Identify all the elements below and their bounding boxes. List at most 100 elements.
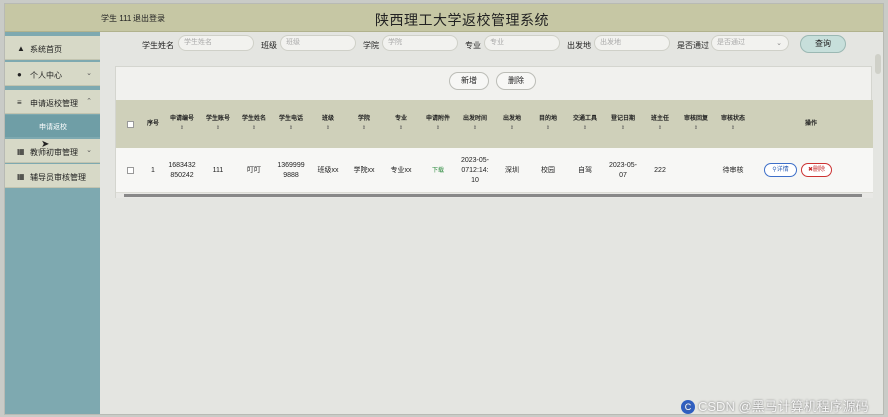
sidebar-item-teacher-review[interactable]: ▦ 教师初审管理 ⌄ (5, 139, 100, 163)
column-header[interactable]: 班主任 ⇕ (642, 100, 678, 148)
select-placeholder: 是否通过 (717, 39, 745, 46)
cell-major: 专业xx (390, 166, 412, 174)
delete-button[interactable]: ✖删除 (801, 163, 832, 177)
delete-selected-button[interactable]: 删除 (496, 72, 536, 90)
chevron-down-icon: ⌄ (86, 70, 92, 77)
watermark: C CSDN @黑马计算机程序源码 (681, 396, 869, 414)
top-bar: 学生 111 退出登录 陕西理工大学返校管理系统 (5, 4, 883, 32)
filter-label: 学生姓名 (142, 41, 174, 50)
sort-icon: ⇕ (620, 125, 626, 131)
cell-head-teacher: 222 (654, 166, 666, 174)
logout-link[interactable]: 退出登录 (133, 13, 165, 24)
sort-icon: ⇕ (545, 125, 551, 131)
add-button[interactable]: 新增 (449, 72, 489, 90)
cell-apply-no: 1683432850242 (168, 161, 196, 179)
mouse-cursor-icon: ➤ (41, 139, 50, 150)
grid-icon: ▦ (17, 172, 25, 181)
vertical-scrollbar[interactable] (875, 54, 881, 74)
csdn-logo-icon: C (681, 400, 695, 414)
sidebar-item-label: 个人中心 (30, 71, 62, 80)
chevron-down-icon: ⌄ (86, 147, 92, 154)
sidebar-item-home[interactable]: ▲ 系统首页 (5, 36, 100, 60)
sort-icon: ⇕ (288, 125, 294, 131)
sidebar-item-label: 教师初审管理 (30, 148, 78, 157)
current-user: 学生 111 (101, 14, 132, 23)
sidebar-item-return-apply-mgmt[interactable]: ≡ 申请返校管理 ⌃ (5, 90, 100, 114)
sort-icon: ⇕ (251, 125, 257, 131)
sort-icon: ⇕ (730, 125, 736, 131)
user-icon: ● (17, 70, 22, 79)
sort-icon: ⇕ (509, 125, 515, 131)
row-checkbox[interactable] (120, 148, 140, 193)
column-header[interactable]: 审核状态 ⇕ (714, 100, 752, 148)
select-all-checkbox[interactable] (120, 100, 140, 148)
filter-label: 班级 (261, 41, 277, 50)
column-header: 操作 (804, 120, 817, 127)
column-header[interactable]: 专业 ⇕ (382, 100, 420, 148)
column-header[interactable]: 登记日期 ⇕ (604, 100, 642, 148)
sidebar-item-personal-center[interactable]: ● 个人中心 ⌄ (5, 62, 100, 86)
cell-college: 学院xx (353, 166, 375, 174)
sort-icon: ⇕ (361, 125, 367, 131)
delete-label: 删除 (813, 167, 826, 173)
home-icon: ▲ (17, 44, 25, 53)
departure-input[interactable]: 出发地 (594, 35, 670, 51)
table-header: 序号 申请编号 ⇕ 学生账号 ⇕ 学生姓名 ⇕ 学生电话 ⇕ 班级 ⇕ 学院 ⇕ 专业 ⇕ 申… (116, 100, 873, 148)
list-icon: ≡ (17, 98, 22, 107)
sort-icon: ⇕ (472, 125, 478, 131)
class-input[interactable]: 班级 (280, 35, 356, 51)
column-header[interactable]: 交通工具 ⇕ (566, 100, 604, 148)
query-button[interactable]: 查询 (800, 35, 846, 53)
table-panel: 新增 删除 序号 申请编号 ⇕ 学生账号 ⇕ 学生姓名 ⇕ 学生电话 ⇕ 班级 ⇕ 学院 ⇕… (115, 66, 873, 198)
grid-icon: ▦ (17, 147, 25, 156)
cell-status: 待审核 (722, 166, 744, 174)
major-input[interactable]: 专业 (484, 35, 560, 51)
sort-icon: ⇕ (657, 125, 663, 131)
column-header[interactable]: 出发时间 ⇕ (456, 100, 494, 148)
student-name-input[interactable]: 学生姓名 (178, 35, 254, 51)
column-header[interactable]: 目的地 ⇕ (530, 100, 566, 148)
table-row: 1 1683432850242 111 叮叮 13699999888 班级xx … (116, 148, 873, 193)
sort-icon: ⇕ (215, 125, 221, 131)
college-input[interactable]: 学院 (382, 35, 458, 51)
sidebar-item-label: 申请返校管理 (30, 99, 78, 108)
attachment-download-link[interactable]: 下载 (420, 148, 456, 193)
detail-button[interactable]: ⚲详情 (764, 163, 797, 177)
column-header[interactable]: 出发地 ⇕ (494, 100, 530, 148)
cell-class: 班级xx (317, 166, 339, 174)
page-title: 陕西理工大学返校管理系统 (375, 12, 549, 28)
sort-icon: ⇕ (435, 125, 441, 131)
cell-student-account: 111 (212, 166, 224, 174)
sort-icon: ⇕ (693, 125, 699, 131)
sidebar: ▲ 系统首页 ● 个人中心 ⌄ ≡ 申请返校管理 ⌃ 申请返校 ▦ 教师初审管理… (5, 32, 100, 414)
cell-from: 深圳 (505, 166, 519, 174)
approved-select[interactable]: 是否通过 ⌄ (711, 35, 789, 51)
column-header[interactable]: 审核回复 ⇕ (678, 100, 714, 148)
sidebar-subitem-return-apply[interactable]: 申请返校 (5, 115, 100, 137)
cell-reply (678, 148, 714, 193)
sort-icon: ⇕ (398, 125, 404, 131)
column-header[interactable]: 学生电话 ⇕ (272, 100, 310, 148)
horizontal-scrollbar[interactable] (116, 193, 873, 198)
column-header: 序号 (146, 120, 159, 127)
column-header[interactable]: 班级 ⇕ (310, 100, 346, 148)
cell-index: 1 (151, 166, 155, 174)
cell-reg-date: 2023-05-07 (608, 161, 638, 179)
sidebar-item-label: 辅导员审核管理 (30, 173, 86, 182)
column-header[interactable]: 申请编号 ⇕ (164, 100, 200, 148)
cell-phone: 13699999888 (277, 161, 305, 179)
detail-label: 详情 (776, 167, 789, 173)
sidebar-item-counselor-review[interactable]: ▦ 辅导员审核管理 (5, 164, 100, 188)
cell-transport: 自驾 (578, 166, 592, 174)
cell-depart-time: 2023-05-0712:14:10 (460, 156, 490, 184)
column-header[interactable]: 学院 ⇕ (346, 100, 382, 148)
app-window: 学生 111 退出登录 陕西理工大学返校管理系统 ▲ 系统首页 ● 个人中心 ⌄… (4, 3, 884, 415)
chevron-down-icon: ⌄ (776, 40, 782, 47)
chevron-up-icon: ⌃ (86, 98, 92, 105)
sort-icon: ⇕ (325, 125, 331, 131)
column-header[interactable]: 学生姓名 ⇕ (236, 100, 272, 148)
filter-label: 学院 (363, 41, 379, 50)
filter-label: 是否通过 (677, 41, 709, 50)
column-header[interactable]: 申请附件 ⇕ (420, 100, 456, 148)
column-header[interactable]: 学生账号 ⇕ (200, 100, 236, 148)
